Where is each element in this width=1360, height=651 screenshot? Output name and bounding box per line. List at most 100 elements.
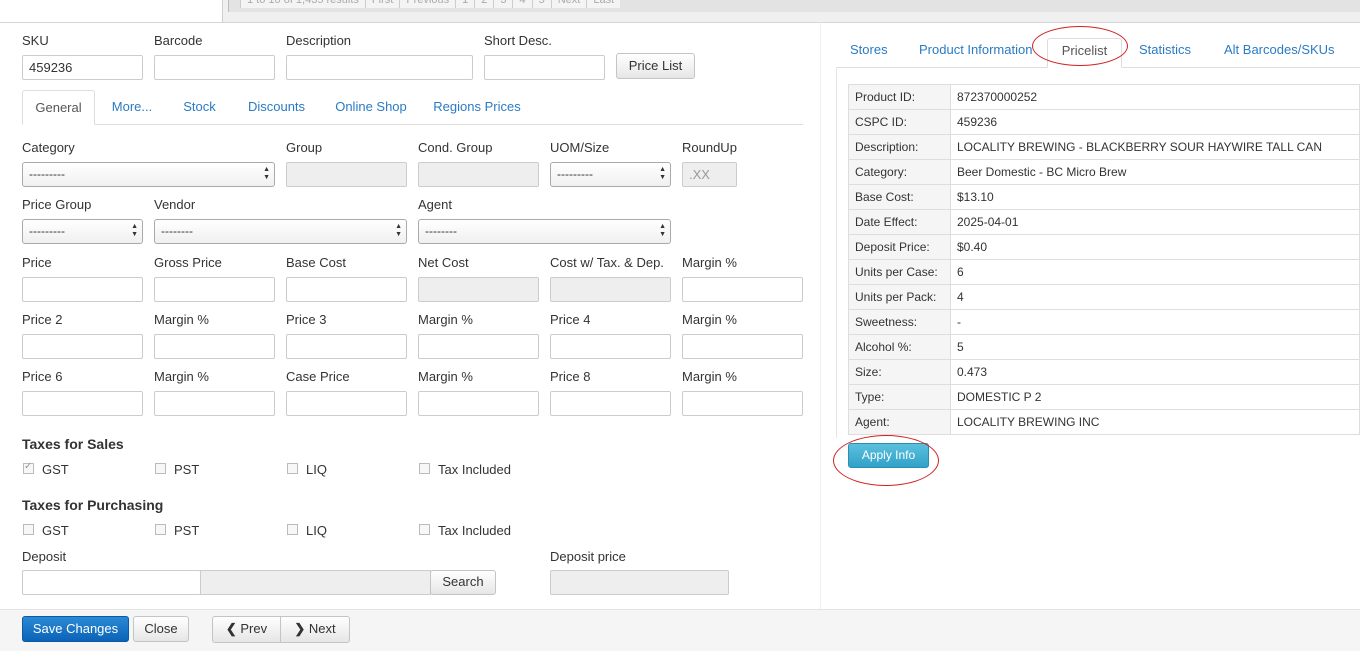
purchasing-tax-included-checkbox[interactable]: [419, 524, 430, 535]
margin-label: Margin %: [682, 255, 737, 270]
uom-size-label: UOM/Size: [550, 140, 610, 155]
barcode-input[interactable]: [154, 55, 275, 80]
pricelist-value: DOMESTIC P 2: [950, 384, 1360, 410]
taxes-sales-title: Taxes for Sales: [22, 436, 124, 452]
pricelist-row: Deposit Price: $0.40: [848, 234, 1360, 260]
margin6-input[interactable]: [154, 391, 275, 416]
purchasing-pst-label: PST: [174, 523, 200, 538]
net-cost-input: [418, 277, 539, 302]
sales-tax-included-checkbox[interactable]: [419, 463, 430, 474]
description-input[interactable]: [286, 55, 473, 80]
pager-page-1: 1: [455, 0, 475, 8]
pricelist-key: Type:: [848, 384, 951, 410]
margin2-input[interactable]: [154, 334, 275, 359]
sku-input[interactable]: [22, 55, 143, 80]
tab-product-information[interactable]: Product Information: [919, 38, 1034, 68]
pricelist-key: Sweetness:: [848, 309, 951, 335]
cond-group-input: [418, 162, 539, 187]
purchasing-gst-checkbox[interactable]: [23, 524, 34, 535]
agent-select[interactable]: -------- ▲ ▼: [418, 219, 671, 244]
purchasing-gst-label: GST: [42, 523, 69, 538]
select-arrows-icon: ▲ ▼: [131, 223, 138, 238]
annotation-ellipse-apply-info: [833, 435, 939, 486]
save-changes-button[interactable]: Save Changes: [22, 616, 129, 642]
price8-input[interactable]: [550, 391, 671, 416]
margin3-label: Margin %: [418, 312, 473, 327]
select-arrows-icon: ▲ ▼: [659, 223, 666, 238]
pricelist-value: LOCALITY BREWING INC: [950, 409, 1360, 435]
uom-size-select[interactable]: --------- ▲ ▼: [550, 162, 671, 187]
sales-liq-checkbox[interactable]: [287, 463, 298, 474]
tab-stock[interactable]: Stock: [174, 90, 225, 124]
pricelist-key: Units per Case:: [848, 259, 951, 285]
margin3-input[interactable]: [418, 334, 539, 359]
price8-label: Price 8: [550, 369, 591, 384]
vendor-label: Vendor: [154, 197, 196, 212]
tab-regions-prices[interactable]: Regions Prices: [428, 90, 526, 124]
price3-input[interactable]: [286, 334, 407, 359]
base-cost-input[interactable]: [286, 277, 407, 302]
sales-gst-checkbox[interactable]: [23, 461, 34, 474]
pricelist-key: Units per Pack:: [848, 284, 951, 310]
purchasing-pst-checkbox[interactable]: [155, 524, 166, 535]
price-group-select[interactable]: --------- ▲ ▼: [22, 219, 143, 244]
tab-online-shop[interactable]: Online Shop: [328, 90, 414, 124]
margin-input[interactable]: [682, 277, 803, 302]
tab-general[interactable]: General: [22, 90, 95, 125]
purchasing-tax-included-label: Tax Included: [438, 523, 511, 538]
pricelist-row: Size: 0.473: [848, 359, 1360, 385]
vendor-select[interactable]: -------- ▲ ▼: [154, 219, 407, 244]
margin-case-input[interactable]: [418, 391, 539, 416]
uom-size-select-value: ---------: [557, 167, 593, 181]
next-button[interactable]: ❯ Next: [280, 616, 350, 643]
category-select[interactable]: --------- ▲ ▼: [22, 162, 275, 187]
tab-discounts[interactable]: Discounts: [240, 90, 313, 124]
gross-price-input[interactable]: [154, 277, 275, 302]
pager-previous: Previous: [399, 0, 456, 8]
prev-button-label: Prev: [240, 621, 268, 636]
short-desc-input[interactable]: [484, 55, 605, 80]
base-cost-label: Base Cost: [286, 255, 346, 270]
price4-input[interactable]: [550, 334, 671, 359]
pager-page-4: 4: [512, 0, 532, 8]
tab-more[interactable]: More...: [104, 90, 160, 124]
price-list-button[interactable]: Price List: [616, 53, 695, 79]
pricelist-row: Product ID: 872370000252: [848, 84, 1360, 110]
sku-label: SKU: [22, 33, 49, 48]
cost-tax-dep-label: Cost w/ Tax. & Dep.: [550, 255, 664, 270]
price6-label: Price 6: [22, 369, 63, 384]
pricelist-row: Description: LOCALITY BREWING - BLACKBERR…: [848, 134, 1360, 160]
pricelist-value: $13.10: [950, 184, 1360, 210]
sales-pst-checkbox[interactable]: [155, 463, 166, 474]
pricelist-value: 872370000252: [950, 84, 1360, 110]
roundup-label: RoundUp: [682, 140, 737, 155]
left-tab-bar: General More... Stock Discounts Online S…: [22, 90, 803, 125]
select-arrows-icon: ▲ ▼: [659, 166, 666, 181]
deposit-input[interactable]: [22, 570, 201, 595]
price6-input[interactable]: [22, 391, 143, 416]
pricelist-value: 5: [950, 334, 1360, 360]
margin8-input[interactable]: [682, 391, 803, 416]
pricelist-row: Units per Case: 6: [848, 259, 1360, 285]
purchasing-liq-checkbox[interactable]: [287, 524, 298, 535]
case-price-input[interactable]: [286, 391, 407, 416]
tab-alt-barcodes-skus[interactable]: Alt Barcodes/SKUs: [1224, 38, 1344, 68]
tab-statistics[interactable]: Statistics: [1139, 38, 1199, 68]
tab-stores[interactable]: Stores: [850, 38, 890, 68]
pricelist-key: Product ID:: [848, 84, 951, 110]
pricelist-row: CSPC ID: 459236: [848, 109, 1360, 135]
agent-select-value: --------: [425, 224, 457, 238]
price-group-label: Price Group: [22, 197, 92, 212]
margin4-label: Margin %: [682, 312, 737, 327]
close-button[interactable]: Close: [133, 616, 189, 642]
pager-page-2: 2: [474, 0, 494, 8]
margin4-input[interactable]: [682, 334, 803, 359]
sales-tax-included-label: Tax Included: [438, 462, 511, 477]
category-label: Category: [22, 140, 75, 155]
price2-input[interactable]: [22, 334, 143, 359]
deposit-search-button[interactable]: Search: [430, 570, 496, 595]
price-input[interactable]: [22, 277, 143, 302]
prev-button[interactable]: ❮ Prev: [212, 616, 281, 643]
pricelist-row: Base Cost: $13.10: [848, 184, 1360, 210]
roundup-input: [682, 162, 737, 187]
